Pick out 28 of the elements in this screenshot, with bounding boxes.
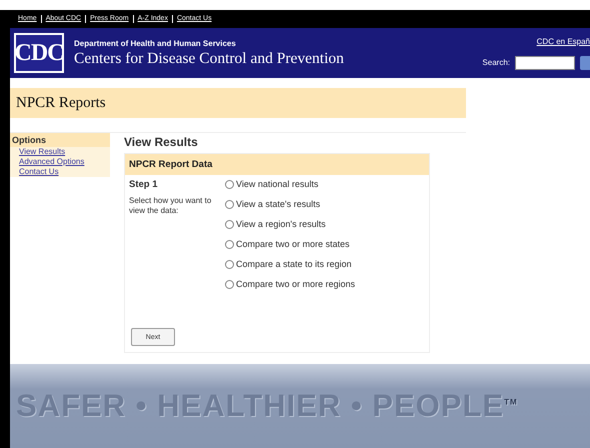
radio-option[interactable]: Compare two or more states [225,239,356,249]
department-name: Department of Health and Human Services [74,38,237,48]
radio-icon[interactable] [225,180,234,188]
spanish-link[interactable]: CDC en Españ [536,36,590,46]
search-field[interactable] [515,56,575,70]
radio-icon[interactable] [225,260,234,268]
sidebar-link[interactable]: View Results [10,147,110,157]
section-heading: View Results [124,134,199,151]
instruction-text: Select how you want to view the data: [129,196,212,216]
radio-icon[interactable] [225,240,234,248]
sidebar-heading: Options [10,133,110,147]
panel-title: NPCR Report Data [125,154,429,175]
radio-option[interactable]: View a region's results [225,219,356,229]
radio-option[interactable]: View a state's results [225,199,356,209]
agency-name: Centers for Disease Control and Prevention [74,50,345,68]
radio-icon[interactable] [225,280,234,288]
radio-option[interactable]: Compare a state to its region [225,259,356,269]
radio-icon[interactable] [225,220,234,228]
radio-option[interactable]: Compare two or more regions [225,279,356,289]
cdc-logo: CDC [14,33,64,73]
page-title: NPCR Reports [10,88,466,118]
radio-icon[interactable] [225,200,234,208]
sidebar-link[interactable]: Contact Us [10,167,110,177]
sidebar-link[interactable]: Advanced Options [10,157,110,167]
search-button[interactable] [580,56,590,70]
search-label: Search: [482,58,510,67]
radio-option[interactable]: View national results [225,179,356,189]
step-label: Step 1 [129,179,159,190]
